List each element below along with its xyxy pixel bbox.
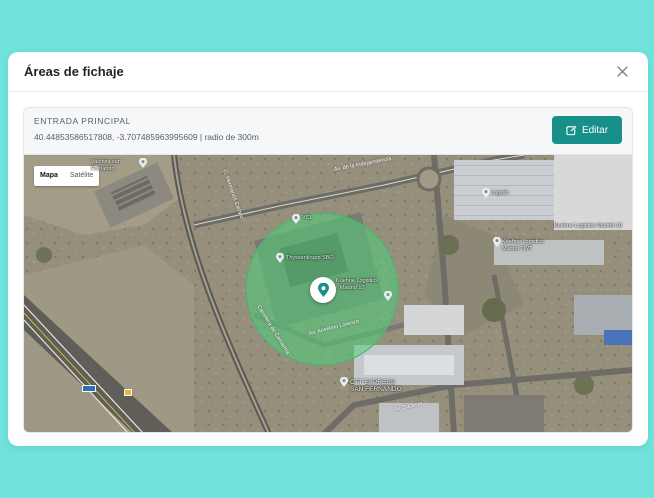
- place-pin-icon: [139, 158, 147, 168]
- area-card: ENTRADA PRINCIPAL 40.44853586517808, -3.…: [23, 107, 633, 433]
- area-name: ENTRADA PRINCIPAL: [34, 116, 131, 126]
- place-label-vcl: VCL: [302, 215, 313, 221]
- area-card-header: ENTRADA PRINCIPAL 40.44853586517808, -3.…: [24, 108, 632, 155]
- place-pin-icon: [482, 188, 490, 198]
- place-label-ctt: CTT EXPRESS: [350, 379, 396, 386]
- place-pin-icon: [292, 214, 300, 224]
- map-pin-icon: [317, 283, 329, 297]
- map-type-control: Mapa Satélite: [34, 166, 100, 186]
- edit-button-label: Editar: [581, 124, 609, 136]
- place-pin-icon: [493, 237, 501, 247]
- highway-shield: [82, 385, 96, 392]
- modal-header: Áreas de fichaje: [8, 52, 648, 92]
- place-label-valoriza-2: Fernando: [91, 166, 115, 172]
- place-label-ctt-2: SAN FERNANDO: [350, 386, 402, 393]
- place-label-valoriza: Valoriza san: [91, 159, 121, 165]
- place-label-kuehne-right: Kuehne Logistics: [502, 239, 544, 245]
- place-label-kuehne-right-2: Madrid TWT: [502, 246, 533, 252]
- place-label-kuehne-center: Kuehne Logistics: [336, 278, 378, 284]
- modal-dialog: Áreas de fichaje ENTRADA PRINCIPAL 40.44…: [8, 52, 648, 446]
- map-type-map-button[interactable]: Mapa: [34, 166, 64, 186]
- edit-button[interactable]: Editar: [552, 116, 622, 144]
- modal-title: Áreas de fichaje: [24, 64, 124, 79]
- place-pin-icon: [340, 377, 348, 387]
- place-pin-icon: [276, 253, 284, 263]
- place-pin-icon: [384, 291, 392, 301]
- place-label-kuehne-top: Kuehne Logistics Madrid 10: [554, 223, 622, 229]
- close-button[interactable]: [612, 62, 632, 82]
- place-label-kuehne-center-2: Madrid 10: [340, 285, 365, 291]
- place-label-logwin: Logwin: [491, 190, 509, 196]
- place-label-thyssenkrupp: Thyssenkrupp SBO: [286, 255, 334, 261]
- edit-icon: [566, 124, 577, 135]
- highway-shield: [124, 389, 132, 396]
- area-coordinates: 40.44853586517808, -3.707485963995609 | …: [34, 132, 259, 142]
- close-icon: [616, 66, 628, 77]
- map-view[interactable]: Mapa Satélite Valoriza san Fernando VCL …: [24, 155, 632, 432]
- location-marker[interactable]: [310, 277, 336, 303]
